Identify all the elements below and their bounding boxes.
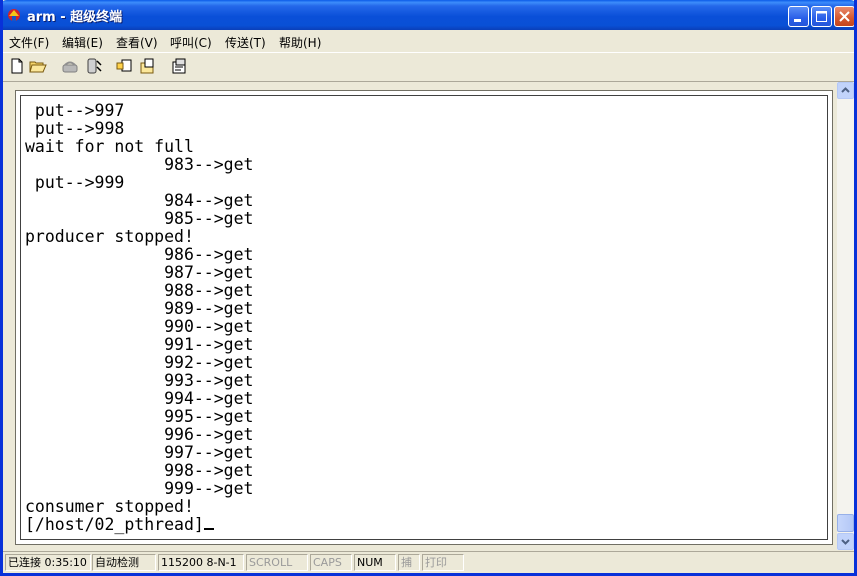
maximize-button[interactable]: [811, 6, 832, 27]
minimize-icon: [794, 19, 801, 22]
terminal-line: wait for not full: [25, 137, 194, 156]
text-cursor: [203, 528, 214, 530]
terminal-line: put-->998: [34, 119, 125, 138]
arrow-down-icon: [841, 539, 850, 545]
terminal-line: 996-->get: [164, 425, 254, 444]
menu-transfer[interactable]: 传送(T): [225, 34, 266, 51]
toolbar: [3, 52, 854, 82]
menu-call[interactable]: 呼叫(C): [170, 34, 212, 51]
terminal-line: 991-->get: [164, 335, 254, 354]
new-document-icon[interactable]: [8, 57, 26, 75]
terminal-line: 986-->get: [164, 245, 254, 264]
title-bar[interactable]: arm - 超级终端: [3, 0, 854, 30]
status-detect: 自动检测: [92, 554, 156, 571]
terminal-line: 994-->get: [164, 389, 254, 408]
terminal-line: 992-->get: [164, 353, 254, 372]
open-folder-icon[interactable]: [29, 57, 47, 75]
terminal-line: 998-->get: [164, 461, 254, 480]
terminal-line: 984-->get: [164, 191, 254, 210]
terminal-screen[interactable]: put-->997 put-->998 wait for not full 98…: [20, 95, 828, 540]
terminal-line: producer stopped!: [25, 227, 194, 246]
arrow-up-icon: [841, 87, 850, 93]
menu-file[interactable]: 文件(F): [9, 34, 49, 51]
terminal-line: 988-->get: [164, 281, 254, 300]
status-baud: 115200 8-N-1: [158, 554, 244, 571]
terminal-line: 983-->get: [164, 155, 254, 174]
status-caps: CAPS: [310, 554, 352, 571]
terminal-line: 999-->get: [164, 479, 254, 498]
status-scroll: SCROLL: [246, 554, 308, 571]
minimize-button[interactable]: [788, 6, 809, 27]
receive-icon[interactable]: [139, 57, 157, 75]
terminal-line: 995-->get: [164, 407, 254, 426]
terminal-line: 993-->get: [164, 371, 254, 390]
terminal-line: put-->999: [34, 173, 125, 192]
terminal-line: 997-->get: [164, 443, 254, 462]
scroll-thumb[interactable]: [837, 514, 854, 532]
status-connection: 已连接 0:35:10: [5, 554, 91, 571]
window-title: arm - 超级终端: [27, 10, 123, 25]
close-button[interactable]: [834, 6, 854, 27]
disconnect-icon[interactable]: [85, 57, 103, 75]
properties-icon[interactable]: [170, 57, 188, 75]
terminal-line: 985-->get: [164, 209, 254, 228]
terminal-prompt: [/host/02_pthread]: [25, 515, 204, 534]
menu-view[interactable]: 查看(V): [116, 34, 158, 51]
terminal-line: 987-->get: [164, 263, 254, 282]
menu-bar: 文件(F) 编辑(E) 查看(V) 呼叫(C) 传送(T) 帮助(H): [3, 30, 854, 52]
terminal-frame: put-->997 put-->998 wait for not full 98…: [15, 90, 833, 545]
menu-edit[interactable]: 编辑(E): [62, 34, 103, 51]
scroll-down-button[interactable]: [837, 533, 854, 550]
terminal-line: put-->997: [34, 101, 125, 120]
send-icon[interactable]: [115, 57, 133, 75]
status-print: 打印: [422, 554, 464, 571]
terminal-line: 989-->get: [164, 299, 254, 318]
hyperterminal-window: arm - 超级终端 文件(F) 编辑(E) 查看(V) 呼叫(C) 传送(T)…: [0, 0, 857, 576]
app-icon[interactable]: [6, 7, 22, 23]
close-icon: [839, 11, 850, 22]
scroll-up-button[interactable]: [837, 82, 854, 99]
maximize-icon: [816, 11, 827, 22]
call-icon[interactable]: [61, 57, 79, 75]
terminal-output[interactable]: put-->997 put-->998 wait for not full 98…: [25, 102, 253, 534]
status-capture: 捕: [398, 554, 420, 571]
terminal-lines: put-->997 put-->998 wait for not full 98…: [25, 101, 253, 516]
status-num: NUM: [354, 554, 396, 571]
terminal-line: 990-->get: [164, 317, 254, 336]
terminal-line: consumer stopped!: [25, 497, 194, 516]
status-bar: 已连接 0:35:10 自动检测 115200 8-N-1 SCROLL CAP…: [3, 551, 854, 573]
vertical-scrollbar[interactable]: [837, 82, 854, 550]
menu-help[interactable]: 帮助(H): [279, 34, 321, 51]
